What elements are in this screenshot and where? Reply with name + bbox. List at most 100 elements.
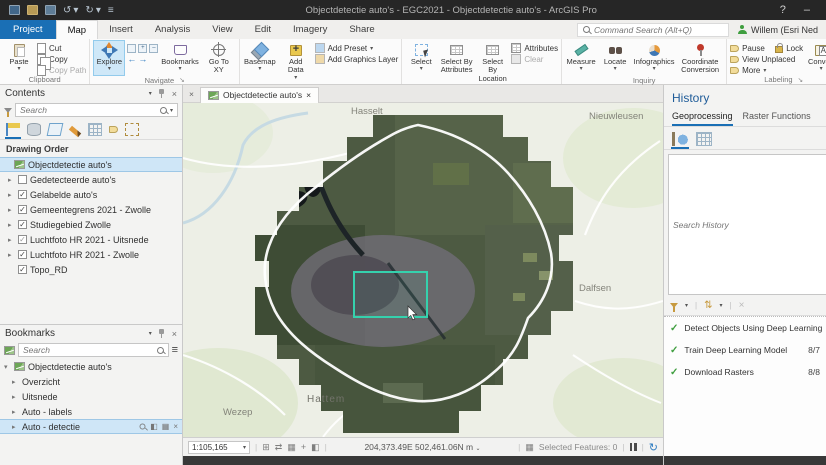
history-item[interactable]: ✓ Download Rasters 8/8 (664, 361, 826, 383)
list-by-editing-icon[interactable] (69, 126, 81, 138)
layer-row[interactable]: ▸ ✓ Studiegebied Zwolle (0, 217, 182, 232)
layer-checkbox[interactable]: ✓ (18, 220, 27, 229)
project-package-icon[interactable] (45, 5, 56, 15)
sort-icon[interactable]: ⇅ (704, 300, 712, 311)
command-search[interactable] (577, 23, 729, 37)
tab-map[interactable]: Map (56, 20, 98, 39)
tab-insert[interactable]: Insert (98, 20, 144, 39)
scale-select[interactable]: ▾ (188, 441, 250, 454)
panel-menu-icon[interactable]: ▾ (149, 90, 152, 97)
labeling-launcher-icon[interactable]: ↘ (798, 76, 803, 84)
tab-view[interactable]: View (201, 20, 243, 39)
tab-raster-functions[interactable]: Raster Functions (743, 109, 811, 126)
layer-row[interactable]: ✓ Topo_RD (0, 262, 182, 277)
undo-button[interactable]: ↻▾ (63, 5, 78, 16)
filter-icon[interactable] (4, 108, 12, 113)
layer-checkbox[interactable]: ✓ (18, 250, 27, 259)
list-by-drawing-order-icon[interactable] (6, 123, 20, 136)
pan-to-bookmark-icon[interactable]: ◧ (150, 422, 158, 431)
list-by-data-source-icon[interactable] (27, 123, 41, 136)
map-canvas[interactable]: Hasselt Nieuwleusen Dalfsen Wezep Hattem (183, 103, 663, 437)
tab-imagery[interactable]: Imagery (282, 20, 338, 39)
list-by-labeling-icon[interactable] (109, 126, 118, 133)
bookmarks-search-input[interactable] (23, 345, 154, 355)
bookmarks-button[interactable]: Bookmarks ▾ (160, 40, 199, 76)
layer-row[interactable]: ▸ ✓ Gemeentegrens 2021 - Zwolle (0, 202, 182, 217)
crosshair-icon[interactable]: + (301, 442, 306, 452)
fixed-zoom-out-icon[interactable]: – (149, 44, 158, 53)
pause-drawing-icon[interactable] (630, 443, 637, 451)
layer-checkbox[interactable]: ✓ (18, 265, 27, 274)
map-document-tab[interactable]: Objectdetectie auto's × (200, 87, 319, 103)
more-labeling-button[interactable]: More ▾ (730, 65, 803, 75)
add-graphics-layer-button[interactable]: Add Graphics Layer (315, 54, 399, 64)
update-bookmark-icon[interactable]: ▦ (162, 422, 170, 431)
map-grid-icon[interactable]: ⊞ (262, 442, 270, 453)
navigate-launcher-icon[interactable]: ↘ (179, 76, 184, 84)
history-search[interactable] (668, 154, 826, 295)
open-project-icon[interactable] (27, 5, 38, 15)
filter-icon[interactable] (670, 303, 678, 308)
layer-row[interactable]: ▸ Gedetecteerde auto's (0, 172, 182, 187)
list-by-snapping-icon[interactable] (88, 123, 102, 136)
clear-button[interactable]: Clear (511, 54, 558, 64)
infographics-button[interactable]: Infographics ▾ (633, 40, 675, 76)
pause-labeling-button[interactable]: Pause Lock (730, 43, 803, 53)
minimize-button[interactable]: – (804, 4, 810, 16)
layer-checkbox[interactable] (18, 175, 27, 184)
bookmark-row[interactable]: ▸ Auto - labels (0, 404, 182, 419)
attributes-button[interactable]: Attributes (511, 43, 558, 53)
coordinate-conversion-button[interactable]: Coordinate Conversion (677, 40, 723, 76)
view-unplaced-button[interactable]: View Unplaced (730, 54, 803, 64)
history-search-input[interactable] (673, 220, 826, 230)
close-icon[interactable]: × (183, 89, 200, 99)
full-extent-icon[interactable] (127, 44, 136, 53)
zoom-to-bookmark-icon[interactable] (140, 424, 146, 430)
flow-icon[interactable]: ◧ (311, 442, 320, 453)
locate-button[interactable]: Locate ▾ (599, 40, 631, 76)
remove-bookmark-icon[interactable]: × (173, 422, 178, 431)
scale-input[interactable] (192, 443, 241, 452)
fixed-zoom-in-icon[interactable]: + (138, 44, 147, 53)
close-icon[interactable]: × (172, 329, 177, 339)
select-by-attributes-button[interactable]: Select By Attributes (439, 40, 474, 84)
go-to-xy-button[interactable]: Go To XY (202, 40, 236, 76)
layer-checkbox[interactable]: ✓ (18, 190, 27, 199)
menu-icon[interactable]: ≡ (172, 344, 178, 356)
layer-row[interactable]: ▸ ✓ Luchtfoto HR 2021 - Zwolle (0, 247, 182, 262)
previous-extent-icon[interactable]: ← (127, 55, 136, 64)
lock-labeling-button[interactable]: Lock (786, 44, 803, 53)
tab-analysis[interactable]: Analysis (144, 20, 201, 39)
select-button[interactable]: Select ▾ (405, 40, 437, 84)
select-by-location-button[interactable]: Select By Location (476, 40, 509, 84)
basemap-button[interactable]: Basemap ▾ (243, 40, 277, 83)
layer-checkbox[interactable]: ✓ (18, 235, 27, 244)
cut-button[interactable]: Cut (37, 43, 86, 53)
account-menu[interactable]: Willem (Esri Ned (738, 25, 818, 35)
add-preset-button[interactable]: Add Preset ▾ (315, 43, 399, 53)
layer-row-map[interactable]: Objectdetectie auto's (0, 157, 182, 172)
bookmark-row-selected[interactable]: ▸ Auto - detectie ◧ ▦ × (0, 419, 182, 434)
delete-icon[interactable]: × (739, 300, 745, 311)
command-search-input[interactable] (594, 25, 723, 35)
refresh-icon[interactable]: ↻ (649, 441, 658, 454)
contents-search[interactable]: ▾ (15, 103, 178, 117)
paste-button[interactable]: Paste ▾ (3, 40, 35, 75)
add-data-button[interactable]: Add Data ▾ (279, 40, 313, 83)
convert-labels-button[interactable]: Convert ▾ (805, 40, 826, 75)
list-by-selection-icon[interactable] (47, 123, 64, 136)
tab-project[interactable]: Project (0, 20, 56, 39)
layer-checkbox[interactable]: ✓ (18, 205, 27, 214)
list-by-perspective-icon[interactable] (125, 123, 139, 136)
layer-row[interactable]: ▸ ✓ Gelabelde auto's (0, 187, 182, 202)
coordinates-readout[interactable]: 204,373.49E 502,461.06N m ⌄ (332, 442, 513, 452)
history-item[interactable]: ✓ Detect Objects Using Deep Learning (664, 317, 826, 339)
geoprocessing-history-icon[interactable] (672, 132, 688, 146)
copy-button[interactable]: Copy (37, 54, 86, 64)
help-button[interactable]: ? (780, 4, 786, 16)
copy-path-button[interactable]: Copy Path (37, 65, 86, 75)
raster-grid-icon[interactable]: ▦ (287, 442, 296, 453)
close-tab-icon[interactable]: × (306, 90, 311, 100)
explore-button[interactable]: Explore ▾ (93, 40, 125, 76)
bookmark-root-row[interactable]: ▾ Objectdetectie auto's (0, 359, 182, 374)
